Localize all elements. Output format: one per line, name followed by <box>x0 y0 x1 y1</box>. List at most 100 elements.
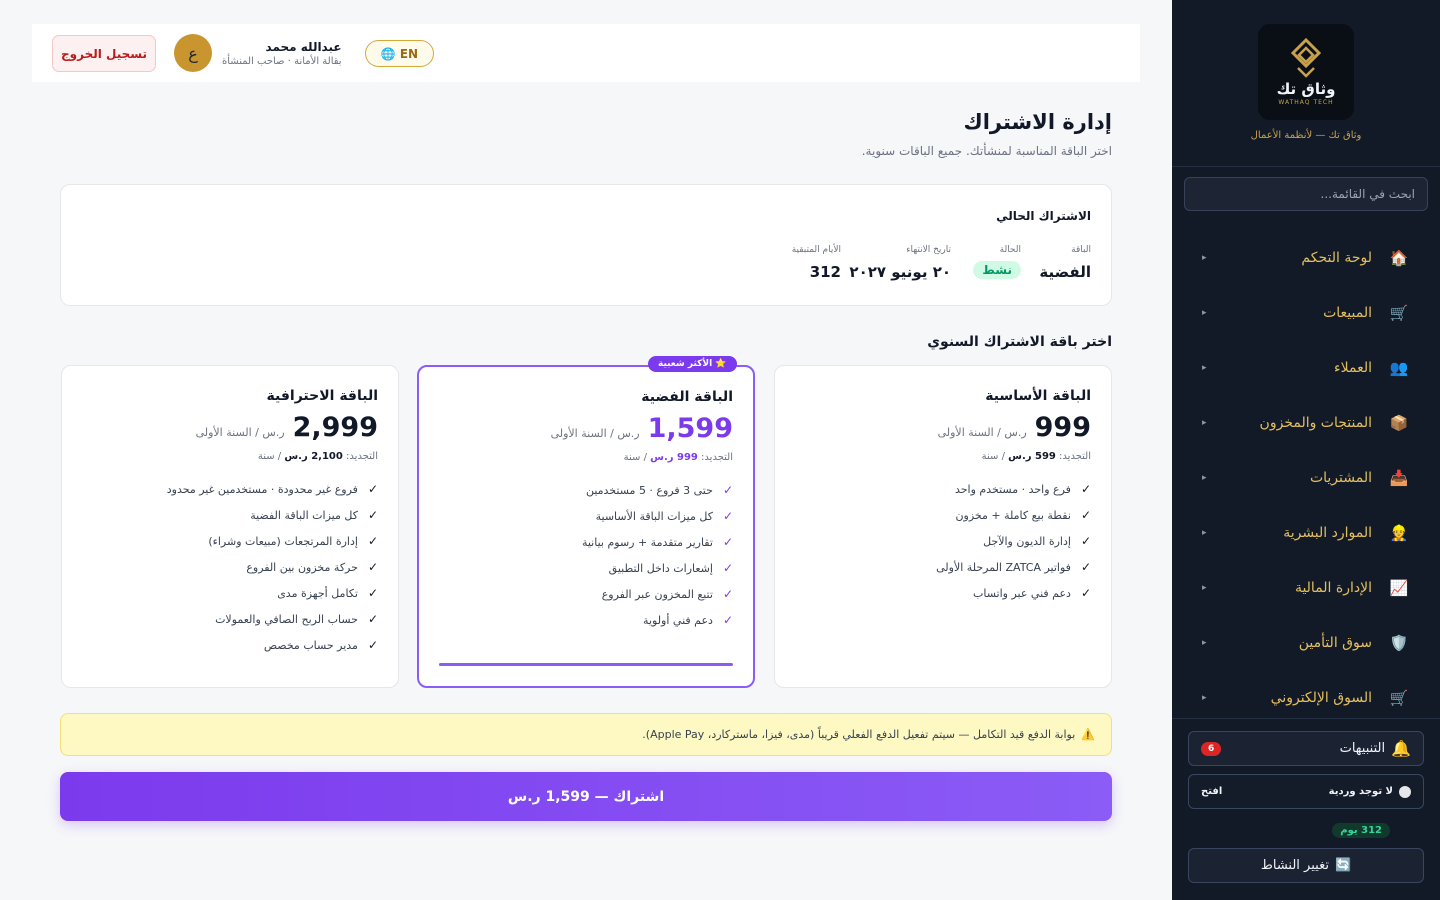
feature-text: فواتير ZATCA المرحلة الأولى <box>936 560 1071 574</box>
renewal-label: التجديد: <box>1059 451 1091 462</box>
check-icon: ✓ <box>722 561 733 575</box>
list-item: ✓ كل ميزات الباقة الفضية <box>82 502 378 528</box>
switch-activity-button[interactable]: 🔄 تغيير النشاط <box>1188 848 1424 883</box>
chart-up-icon: 📈 <box>1389 578 1409 597</box>
list-item: ✓ فواتير ZATCA المرحلة الأولى <box>795 554 1091 580</box>
open-shift-button[interactable]: افتح <box>1201 786 1222 797</box>
plan-name: الباقة الفضية <box>641 389 733 405</box>
renewal-price: التجديد: 599 ر.س / سنة <box>795 451 1091 462</box>
sidebar-item-insurance[interactable]: 🛡️ سوق التأمين ▸ <box>1172 615 1440 670</box>
chevron-left-icon: ▸ <box>1202 692 1207 703</box>
refresh-icon: 🔄 <box>1334 858 1352 873</box>
feature-list: ✓ فروع غير محدودة · مستخدمين غير محدود ✓ ك… <box>82 476 378 658</box>
list-item: ✓ دعم فني عبر واتساب <box>795 580 1091 606</box>
chevron-left-icon: ▸ <box>1202 637 1207 648</box>
lang-label: EN <box>399 46 419 61</box>
sidebar-nav: 🏠 لوحة التحكم ▸ 🛒 المبيعات ▸ 👥 العملاء ▸… <box>1172 230 1440 725</box>
check-icon: ✓ <box>1080 482 1091 496</box>
sidebar-search-input[interactable] <box>1184 177 1428 211</box>
cart-icon: 🛒 <box>1389 303 1409 322</box>
feature-text: حساب الربح الصافي والعمولات <box>215 612 358 626</box>
sidebar-item-label: السوق الإلكتروني <box>1270 689 1372 706</box>
list-item: ✓ نقطة بيع كاملة + مخزون <box>795 502 1091 528</box>
selected-indicator-bar <box>439 663 733 666</box>
brand-name: وثاق تك <box>1276 80 1336 98</box>
plans-section-title: اختر باقة الاشتراك السنوي <box>927 334 1112 350</box>
price-row: 1,599 ر.س / السنة الأولى <box>439 413 733 444</box>
chevron-left-icon: ▸ <box>1202 252 1207 263</box>
list-item: ✓ فرع واحد · مستخدم واحد <box>795 476 1091 502</box>
current-subscription-title: الاشتراك الحالي <box>996 209 1091 223</box>
feature-text: حركة مخزون بين الفروع <box>246 560 358 574</box>
field-label: الباقة <box>1071 245 1091 255</box>
plan-card-basic[interactable]: الباقة الأساسية 999 ر.س / السنة الأولى ا… <box>774 365 1112 688</box>
brand: وثاق تك WATHAQ TECH وثاق تك — لأنظمة الأ… <box>1172 0 1440 167</box>
status-badge: نشط <box>973 261 1021 279</box>
sidebar-item-label: لوحة التحكم <box>1301 249 1372 266</box>
shift-status-dot-icon <box>1399 785 1411 798</box>
current-plan-field: الباقة الفضية <box>1039 245 1091 281</box>
list-item: ✓ إشعارات داخل التطبيق <box>439 555 733 581</box>
list-item: ✓ دعم فني أولوية <box>439 607 733 633</box>
list-item: ✓ كل ميزات الباقة الأساسية <box>439 503 733 529</box>
current-status-field: الحالة نشط <box>973 245 1021 279</box>
list-item: ✓ حساب الربح الصافي والعمولات <box>82 606 378 632</box>
price-unit: ر.س / السنة الأولى <box>937 426 1027 439</box>
sidebar-item-customers[interactable]: 👥 العملاء ▸ <box>1172 340 1440 395</box>
check-icon: ✓ <box>722 587 733 601</box>
feature-text: نقطة بيع كاملة + مخزون <box>955 508 1071 522</box>
user-name: عبدالله محمد <box>265 39 342 54</box>
renewal-suffix: / سنة <box>981 451 1005 462</box>
chevron-left-icon: ▸ <box>1202 417 1207 428</box>
check-icon: ✓ <box>1080 560 1091 574</box>
sidebar-item-marketplace[interactable]: 🛒 السوق الإلكتروني ▸ <box>1172 670 1440 725</box>
days-remaining-value: 312 <box>809 263 841 281</box>
check-icon: ✓ <box>367 508 378 522</box>
plan-price: 1,599 <box>647 413 733 444</box>
check-icon: ✓ <box>367 612 378 626</box>
language-toggle[interactable]: EN 🌐 <box>365 40 434 67</box>
check-icon: ✓ <box>367 482 378 496</box>
subscribe-button[interactable]: اشتراك — 1,599 ر.س <box>60 772 1112 821</box>
sidebar-item-inventory[interactable]: 📦 المنتجات والمخزون ▸ <box>1172 395 1440 450</box>
price-unit: ر.س / السنة الأولى <box>550 427 640 440</box>
renewal-price: التجديد: 2,100 ر.س / سنة <box>82 451 378 462</box>
plan-price: 999 <box>1034 412 1091 443</box>
feature-text: فرع واحد · مستخدم واحد <box>954 482 1071 496</box>
renewal-suffix: / سنة <box>257 451 282 462</box>
notifications-label: التنبيهات <box>1339 741 1386 756</box>
list-item: ✓ فروع غير محدودة · مستخدمين غير محدود <box>82 476 378 502</box>
check-icon: ✓ <box>722 509 733 523</box>
field-label: الحالة <box>999 245 1021 255</box>
plan-card-silver[interactable]: ⭐ الأكثر شعبية الباقة الفضية 1,599 ر.س /… <box>417 356 755 688</box>
price-row: 999 ر.س / السنة الأولى <box>795 412 1091 443</box>
feature-text: إشعارات داخل التطبيق <box>608 561 713 575</box>
feature-text: حتى 3 فروع · 5 مستخدمين <box>585 483 713 497</box>
user-profile[interactable]: ع عبدالله محمد بقالة الأمانة · صاحب المن… <box>174 34 342 72</box>
user-role: بقالة الأمانة · صاحب المنشأة <box>222 55 342 67</box>
sidebar-item-purchases[interactable]: 📥 المشتريات ▸ <box>1172 450 1440 505</box>
sidebar-item-finance[interactable]: 📈 الإدارة المالية ▸ <box>1172 560 1440 615</box>
brand-logo[interactable]: وثاق تك WATHAQ TECH <box>1258 24 1354 120</box>
renewal-label: التجديد: <box>346 451 378 462</box>
shield-icon: 🛡️ <box>1389 633 1409 652</box>
sidebar-item-sales[interactable]: 🛒 المبيعات ▸ <box>1172 285 1440 340</box>
expiry-date-value: ٢٠ يونيو ٢٠٢٧ <box>849 263 951 281</box>
bell-icon: 🔔 <box>1391 739 1411 758</box>
sidebar-item-label: المنتجات والمخزون <box>1259 414 1372 431</box>
worker-icon: 👷 <box>1389 523 1409 542</box>
feature-text: تكامل أجهزة مدى <box>277 586 358 600</box>
feature-text: دعم فني عبر واتساب <box>973 586 1071 600</box>
sidebar-item-label: الموارد البشرية <box>1283 524 1372 541</box>
notifications-button[interactable]: 🔔 التنبيهات 6 <box>1188 731 1424 766</box>
logout-button[interactable]: تسجيل الخروج <box>52 35 156 72</box>
check-icon: ✓ <box>1080 534 1091 548</box>
expiry-date-field: تاريخ الانتهاء ٢٠ يونيو ٢٠٢٧ <box>849 245 951 281</box>
brand-tagline: وثاق تك — لأنظمة الأعمال <box>1250 130 1362 141</box>
sidebar-item-dashboard[interactable]: 🏠 لوحة التحكم ▸ <box>1172 230 1440 285</box>
globe-icon: 🌐 <box>380 46 396 61</box>
feature-text: كل ميزات الباقة الفضية <box>250 508 358 522</box>
sidebar-item-hr[interactable]: 👷 الموارد البشرية ▸ <box>1172 505 1440 560</box>
plan-card-pro[interactable]: الباقة الاحترافية 2,999 ر.س / السنة الأو… <box>61 365 399 688</box>
price-unit: ر.س / السنة الأولى <box>195 426 285 439</box>
